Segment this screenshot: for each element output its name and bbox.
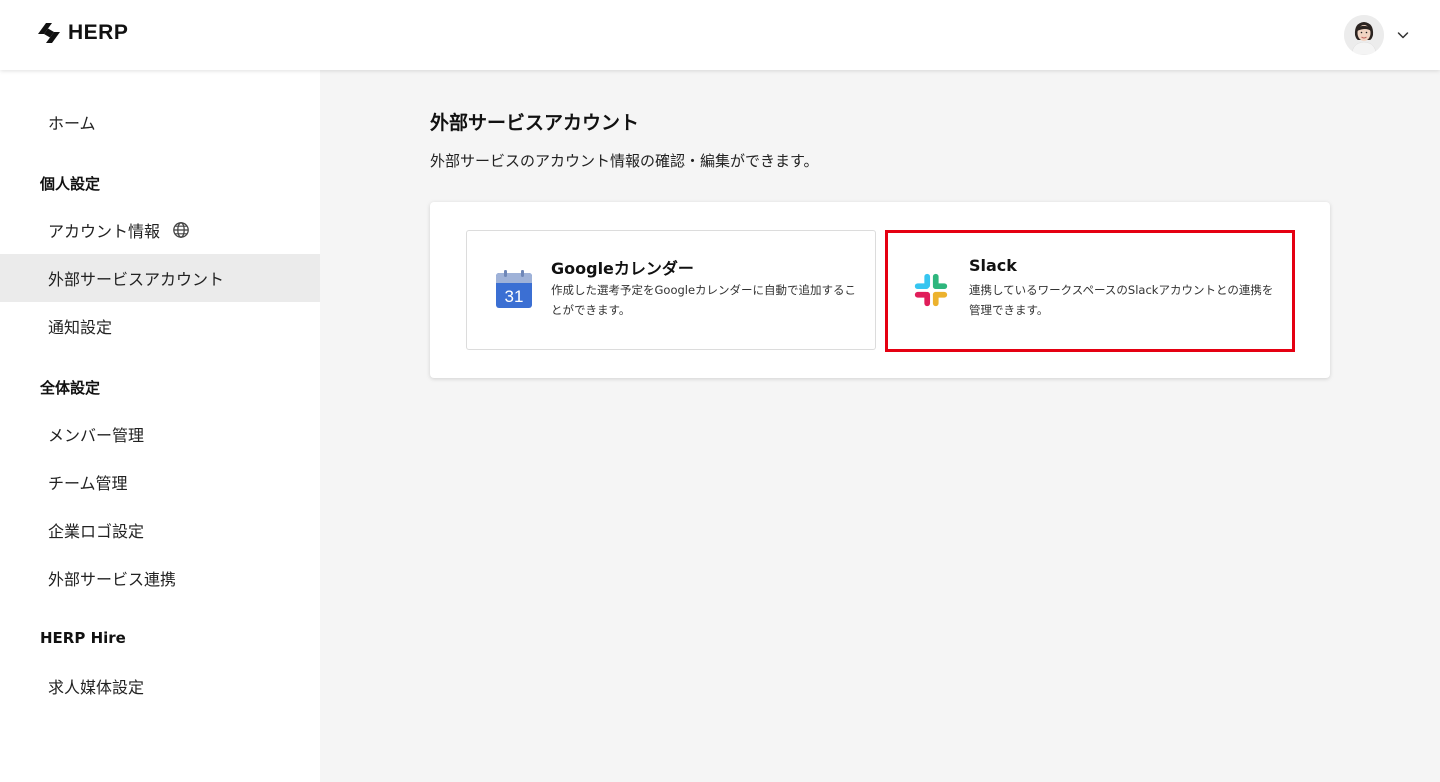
service-name: Googleカレンダー — [551, 259, 694, 278]
google-calendar-icon: 31 — [496, 270, 532, 308]
calendar-day-number: 31 — [505, 287, 524, 306]
sidebar-item-company-logo[interactable]: 企業ロゴ設定 — [0, 506, 320, 554]
sidebar-item-label: 通知設定 — [48, 318, 113, 337]
slack-icon — [914, 273, 948, 307]
sidebar-item-label: アカウント情報 — [48, 222, 161, 241]
page-title: 外部サービスアカウント — [430, 112, 640, 134]
sidebar-item-label: 求人媒体設定 — [48, 678, 145, 697]
sidebar-item-label: メンバー管理 — [48, 426, 145, 445]
service-name: Slack — [969, 256, 1017, 275]
sidebar-item-external-accounts[interactable]: 外部サービスアカウント — [0, 254, 320, 302]
sidebar-item-label: ホーム — [48, 114, 96, 133]
sidebar-item-label: 企業ロゴ設定 — [48, 522, 145, 541]
sidebar-item-home[interactable]: ホーム — [0, 98, 320, 146]
services-panel: 31 Googleカレンダー 作成した選考予定をGoogleカレンダーに自動で追… — [430, 202, 1330, 378]
sidebar-item-label: チーム管理 — [48, 474, 128, 493]
globe-icon — [173, 222, 189, 238]
herp-logo-icon — [38, 23, 60, 43]
top-bar: HERP — [0, 0, 1440, 70]
service-description: 連携しているワークスペースのSlackアカウントとの連携を管理できます。 — [969, 283, 1274, 317]
logo-text: HERP — [68, 21, 129, 44]
chevron-down-icon[interactable] — [1396, 28, 1410, 42]
avatar-image — [1344, 15, 1384, 55]
sidebar: ホーム 個人設定 アカウント情報 外部サービスアカウント 通知設定 全体設定 メ… — [0, 70, 320, 782]
google-calendar-card[interactable]: 31 Googleカレンダー 作成した選考予定をGoogleカレンダーに自動で追… — [466, 230, 876, 350]
sidebar-item-job-media[interactable]: 求人媒体設定 — [0, 662, 320, 710]
sidebar-item-account-info[interactable]: アカウント情報 — [0, 206, 320, 254]
user-menu[interactable] — [1344, 15, 1410, 55]
page-description: 外部サービスのアカウント情報の確認・編集ができます。 — [430, 152, 819, 170]
sidebar-heading-hire: HERP Hire — [40, 629, 126, 647]
sidebar-item-teams[interactable]: チーム管理 — [0, 458, 320, 506]
slack-card[interactable]: Slack 連携しているワークスペースのSlackアカウントとの連携を管理できま… — [885, 230, 1295, 352]
service-description: 作成した選考予定をGoogleカレンダーに自動で追加することができます。 — [551, 283, 857, 317]
sidebar-item-label: 外部サービスアカウント — [48, 270, 225, 289]
sidebar-item-label: 外部サービス連携 — [48, 570, 177, 589]
user-avatar[interactable] — [1344, 15, 1384, 55]
sidebar-item-notifications[interactable]: 通知設定 — [0, 302, 320, 350]
sidebar-heading-personal: 個人設定 — [40, 175, 101, 193]
sidebar-heading-global: 全体設定 — [40, 379, 101, 397]
sidebar-item-members[interactable]: メンバー管理 — [0, 410, 320, 458]
sidebar-item-external-integration[interactable]: 外部サービス連携 — [0, 554, 320, 602]
herp-logo[interactable]: HERP — [36, 20, 128, 46]
main-content: 外部サービスアカウント 外部サービスのアカウント情報の確認・編集ができます。 3… — [320, 70, 1440, 782]
